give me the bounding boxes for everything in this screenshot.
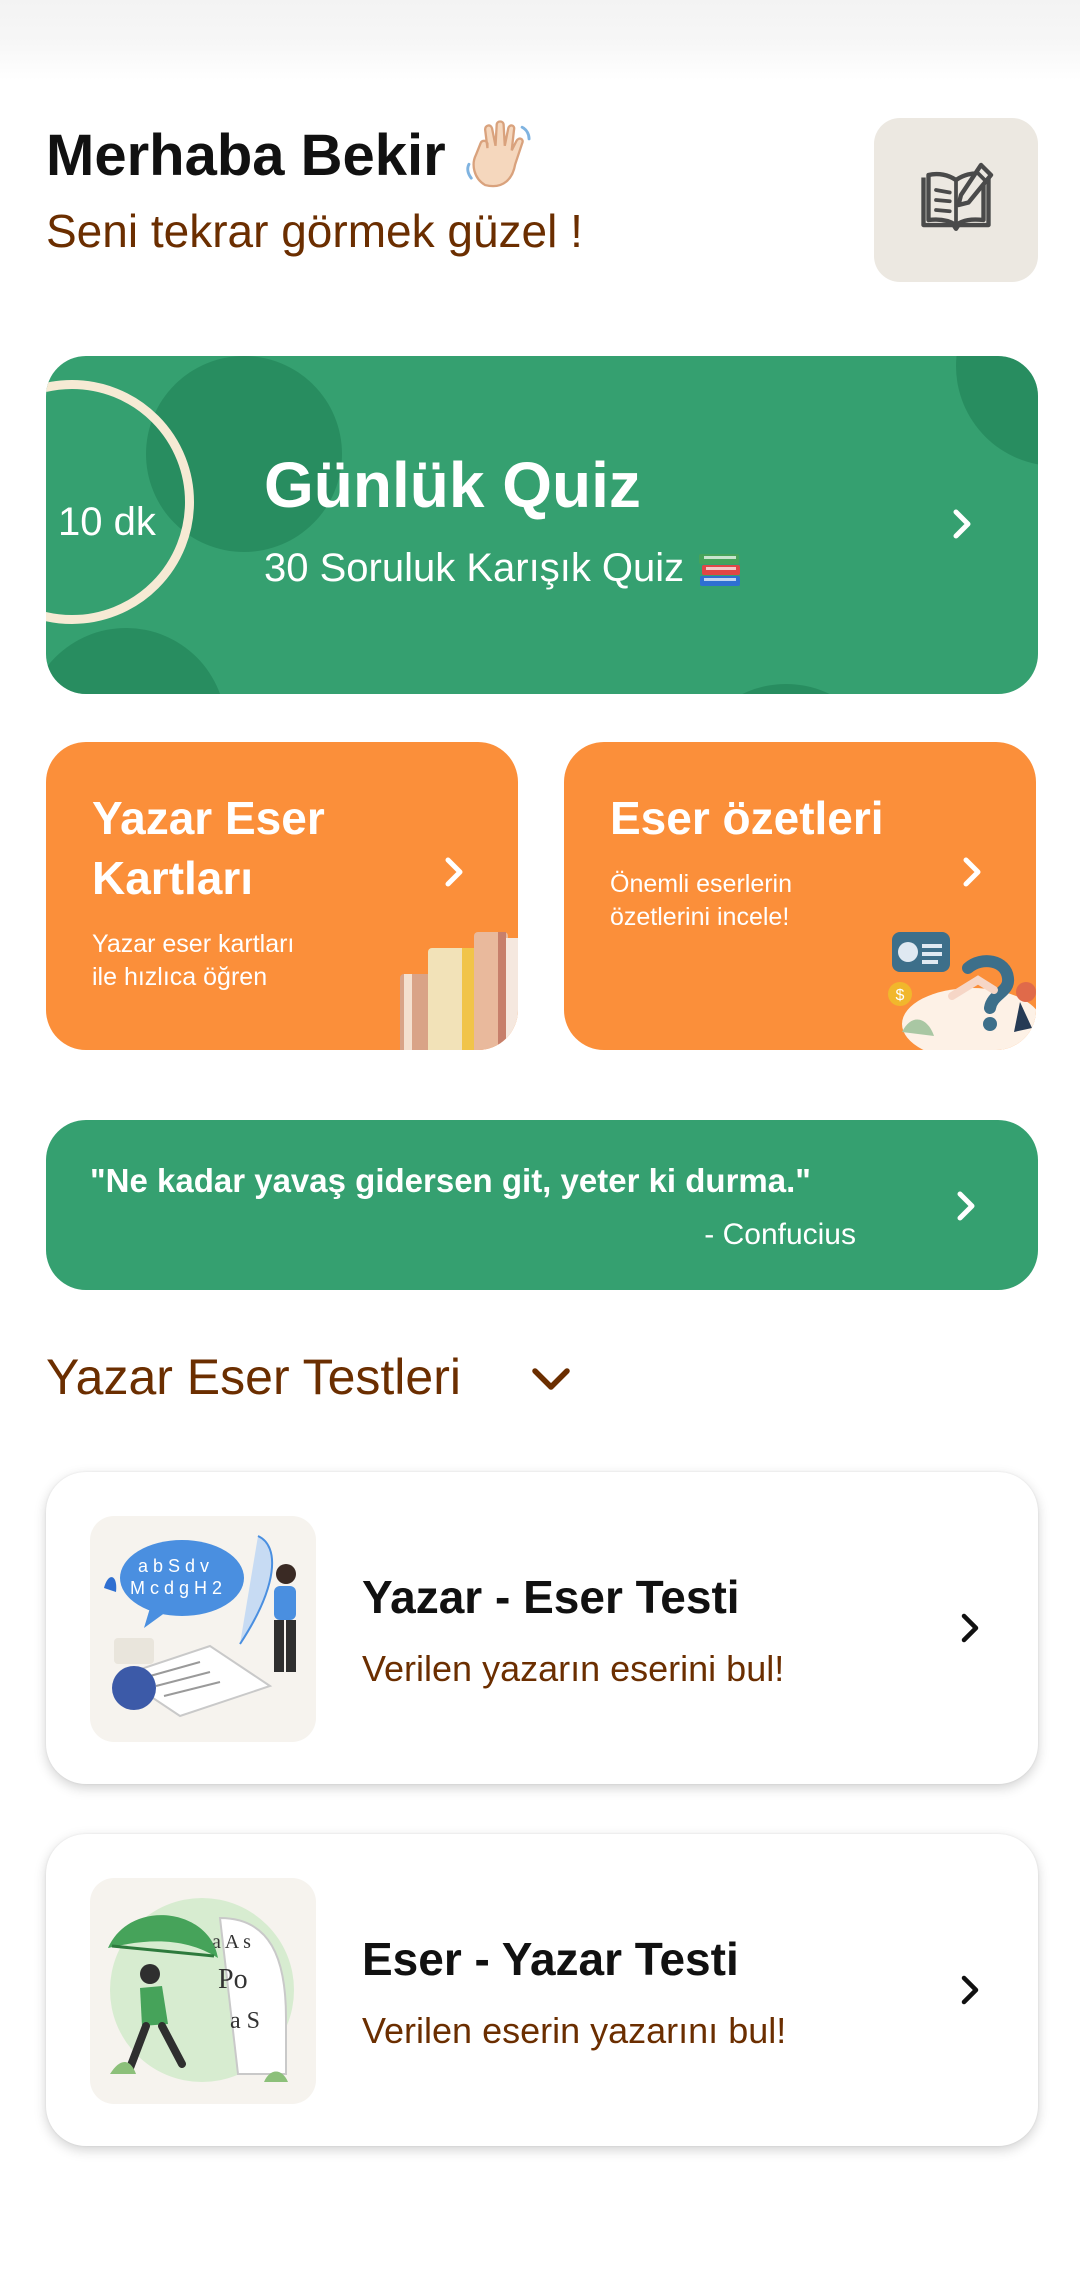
- card-title-line: Kartları: [92, 852, 254, 904]
- decor-circle: [46, 628, 226, 694]
- svg-text:a S: a S: [230, 2008, 260, 2034]
- card-desc-line: Yazar eser kartları: [92, 930, 295, 958]
- svg-text:Po: Po: [218, 1964, 248, 1995]
- books-stack-illustration: [400, 932, 518, 1050]
- card-desc-line: ile hızlıca öğren: [92, 963, 268, 991]
- notes-button[interactable]: [874, 118, 1038, 282]
- quote-card[interactable]: "Ne kadar yavaş gidersen git, yeter ki d…: [46, 1120, 1038, 1290]
- chevron-right-icon: [961, 1613, 979, 1643]
- card-description: Önemli eserlerin özetlerini incele!: [610, 868, 792, 934]
- svg-text:$: $: [896, 987, 905, 1004]
- greeting-text: Merhaba Bekir: [46, 122, 446, 188]
- test-description: Verilen yazarın eserini bul!: [362, 1648, 785, 1689]
- chevron-right-icon: [445, 857, 463, 887]
- chevron-right-icon: [957, 1191, 975, 1221]
- reader-illustration: a A s Po a S: [108, 1898, 294, 2082]
- chevron-right-icon: [953, 509, 971, 539]
- work-summaries-card[interactable]: Eser özetleri Önemli eserlerin özetlerin…: [564, 742, 1036, 1050]
- daily-quiz-subtitle-row: 30 Soruluk Karışık Quiz: [264, 544, 744, 592]
- test-title: Yazar - Eser Testi: [362, 1571, 740, 1623]
- card-title: Eser özetleri: [610, 792, 884, 844]
- card-title-line: Yazar Eser: [92, 792, 325, 844]
- svg-text:a b S d v: a b S d v: [138, 1556, 209, 1576]
- svg-text:a A s: a A s: [212, 1931, 251, 1953]
- test-title: Eser - Yazar Testi: [362, 1933, 739, 1985]
- work-author-test-card[interactable]: a A s Po a S Eser - Yazar Testi Verilen …: [46, 1834, 1038, 2146]
- greeting-title: Merhaba Bekir: [46, 118, 536, 192]
- quote-text: "Ne kadar yavaş gidersen git, yeter ki d…: [90, 1162, 811, 1199]
- greeting-subtitle: Seni tekrar görmek güzel !: [46, 205, 583, 257]
- chevron-right-icon: [963, 857, 981, 887]
- decor-circle: [956, 356, 1038, 466]
- quote-author: - Confucius: [704, 1218, 856, 1251]
- writer-illustration: a b S d v M c d g H 2: [104, 1535, 296, 1718]
- chevron-down-icon[interactable]: [526, 1362, 576, 1398]
- book-pencil-icon: [921, 162, 994, 231]
- chevron-right-icon: [961, 1975, 979, 2005]
- daily-quiz-card[interactable]: 10 dk Günlük Quiz 30 Soruluk Karışık Qui…: [46, 356, 1038, 694]
- test-description: Verilen eserin yazarını bul!: [362, 2010, 787, 2051]
- status-bar-area: [0, 0, 1080, 80]
- books-icon: [699, 554, 741, 586]
- author-work-cards-card[interactable]: Yazar Eser Kartları Yazar eser kartları …: [46, 742, 518, 1050]
- author-work-test-card[interactable]: a b S d v M c d g H 2 Yazar - Eser Testi…: [46, 1472, 1038, 1784]
- card-description: Yazar eser kartları ile hızlıca öğren: [92, 928, 294, 994]
- reader-leaf-thumbnail: a A s Po a S: [90, 1878, 316, 2104]
- svg-text:M c d g H 2: M c d g H 2: [130, 1578, 222, 1598]
- decor-circle: [686, 684, 886, 694]
- card-title: Yazar Eser Kartları: [92, 788, 325, 908]
- waving-hand-icon: [466, 120, 531, 188]
- card-desc-line: özetlerini incele!: [610, 903, 790, 931]
- card-desc-line: Önemli eserlerin: [610, 870, 793, 898]
- section-title: Yazar Eser Testleri: [46, 1349, 461, 1405]
- daily-quiz-title: Günlük Quiz: [264, 449, 641, 521]
- summary-illustration: $: [888, 932, 1036, 1050]
- writer-quill-thumbnail: a b S d v M c d g H 2: [90, 1516, 316, 1742]
- daily-quiz-subtitle: 30 Soruluk Karışık Quiz: [264, 545, 685, 590]
- timer-label: 10 dk: [58, 500, 156, 544]
